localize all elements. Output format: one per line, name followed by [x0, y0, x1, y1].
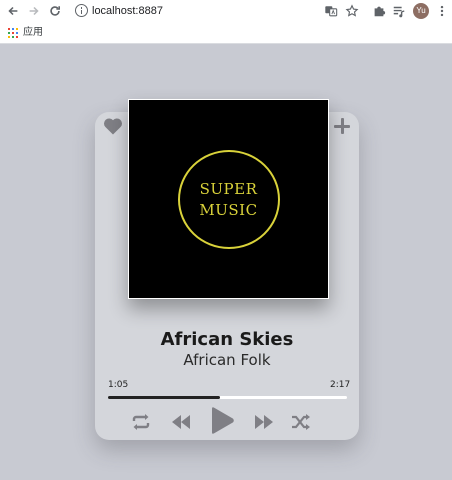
site-info-icon[interactable] [75, 4, 88, 17]
song-artist: African Folk [183, 351, 271, 369]
translate-button[interactable] [322, 2, 340, 20]
playlist-icon [393, 6, 405, 18]
play-icon [212, 407, 234, 434]
shuffle-button[interactable] [291, 413, 311, 431]
kebab-menu-icon [440, 5, 444, 17]
back-arrow-icon [8, 6, 18, 16]
bookmarks-bar: 应用 [0, 23, 452, 43]
url-text: localhost:8887 [92, 5, 163, 17]
play-button[interactable] [209, 406, 235, 435]
browser-toolbar: localhost:8887 Yu [0, 0, 452, 22]
extensions-button[interactable] [370, 2, 388, 20]
previous-button[interactable] [171, 415, 191, 429]
favorite-button[interactable] [103, 117, 123, 135]
cover-logo-line-2: MUSIC [199, 201, 258, 219]
next-button[interactable] [254, 415, 274, 429]
next-icon [255, 415, 273, 429]
heart-icon [104, 118, 122, 135]
repeat-button[interactable] [130, 413, 152, 431]
reload-icon [50, 6, 60, 16]
cover-logo-line-1: SUPER [199, 180, 258, 198]
previous-icon [172, 415, 190, 429]
browser-menu-button[interactable] [433, 2, 451, 20]
album-cover: SUPER MUSIC [128, 99, 329, 299]
shuffle-icon [292, 414, 310, 430]
bookmark-star-button[interactable] [343, 2, 361, 20]
back-button[interactable] [4, 2, 22, 20]
progress-bar[interactable] [108, 396, 347, 399]
total-time: 2:17 [330, 380, 351, 390]
profile-avatar[interactable]: Yu [413, 3, 429, 19]
translate-icon [325, 6, 338, 17]
current-time: 1:05 [108, 380, 129, 390]
progress-fill [108, 396, 221, 399]
apps-bookmark-label[interactable]: 应用 [23, 26, 43, 40]
reload-button[interactable] [46, 2, 64, 20]
forward-arrow-icon [29, 6, 39, 16]
add-to-playlist-button[interactable] [334, 118, 350, 134]
apps-grid-icon[interactable] [8, 28, 18, 38]
repeat-icon [132, 414, 150, 430]
media-controls-button[interactable] [390, 2, 408, 20]
puzzle-icon [374, 6, 386, 17]
song-title: African Skies [160, 329, 294, 350]
browser-chrome: localhost:8887 Yu 应用 [0, 0, 452, 44]
star-icon [345, 4, 359, 17]
cover-logo-ring [178, 150, 280, 249]
forward-button[interactable] [25, 2, 43, 20]
